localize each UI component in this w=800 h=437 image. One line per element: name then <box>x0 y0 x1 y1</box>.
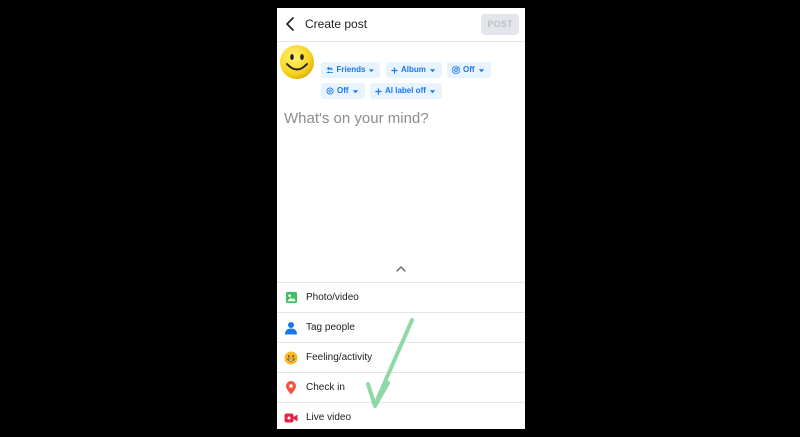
option-label: Feeling/activity <box>306 352 373 363</box>
album-chip[interactable]: Album <box>386 62 442 78</box>
dropdown-caret-icon <box>478 68 484 72</box>
location-pin-icon <box>286 380 296 394</box>
create-post-screen: Create post POST Friends Album Off Off A… <box>277 8 525 429</box>
live-video-icon <box>284 413 298 422</box>
post-options-list: Photo/video Tag people Feeling/activity … <box>277 282 525 429</box>
chip-label: Off <box>337 86 349 95</box>
option-label: Live video <box>306 412 352 423</box>
tag-people-option[interactable]: Tag people <box>277 312 525 342</box>
post-button[interactable]: POST <box>481 14 519 35</box>
chip-label: Off <box>463 65 475 74</box>
instagram-chip[interactable]: Off <box>447 62 491 78</box>
option-label: Check in <box>306 382 345 393</box>
dropdown-caret-icon <box>429 68 436 72</box>
option-label: Photo/video <box>306 292 359 303</box>
live-video-option[interactable]: Live video <box>277 402 525 429</box>
chip-label: Friends <box>336 65 366 74</box>
threads-icon <box>326 87 334 95</box>
audience-friends-chip[interactable]: Friends <box>321 62 380 78</box>
photo-icon <box>285 291 297 304</box>
dropdown-caret-icon <box>429 89 436 93</box>
feeling-icon <box>284 351 298 364</box>
feeling-activity-option[interactable]: Feeling/activity <box>277 342 525 372</box>
top-bar: Create post POST <box>277 8 525 42</box>
chip-label: AI label off <box>385 86 426 95</box>
check-in-option[interactable]: Check in <box>277 372 525 402</box>
avatar[interactable] <box>279 44 315 80</box>
chip-label: Album <box>401 65 426 74</box>
chevron-up-icon[interactable] <box>395 264 407 274</box>
tag-people-icon <box>285 321 297 334</box>
plus-icon <box>391 66 398 74</box>
ai-label-chip[interactable]: AI label off <box>370 83 442 99</box>
back-arrow-icon[interactable] <box>283 16 299 32</box>
option-label: Tag people <box>306 322 355 333</box>
instagram-icon <box>452 66 460 74</box>
page-title: Create post <box>305 17 368 31</box>
plus-icon <box>375 87 382 95</box>
post-text-input[interactable]: What's on your mind? <box>284 110 429 127</box>
dropdown-caret-icon <box>369 68 375 72</box>
threads-chip[interactable]: Off <box>321 83 365 99</box>
photo-video-option[interactable]: Photo/video <box>277 282 525 312</box>
dropdown-caret-icon <box>352 89 358 93</box>
friends-icon <box>326 67 334 74</box>
